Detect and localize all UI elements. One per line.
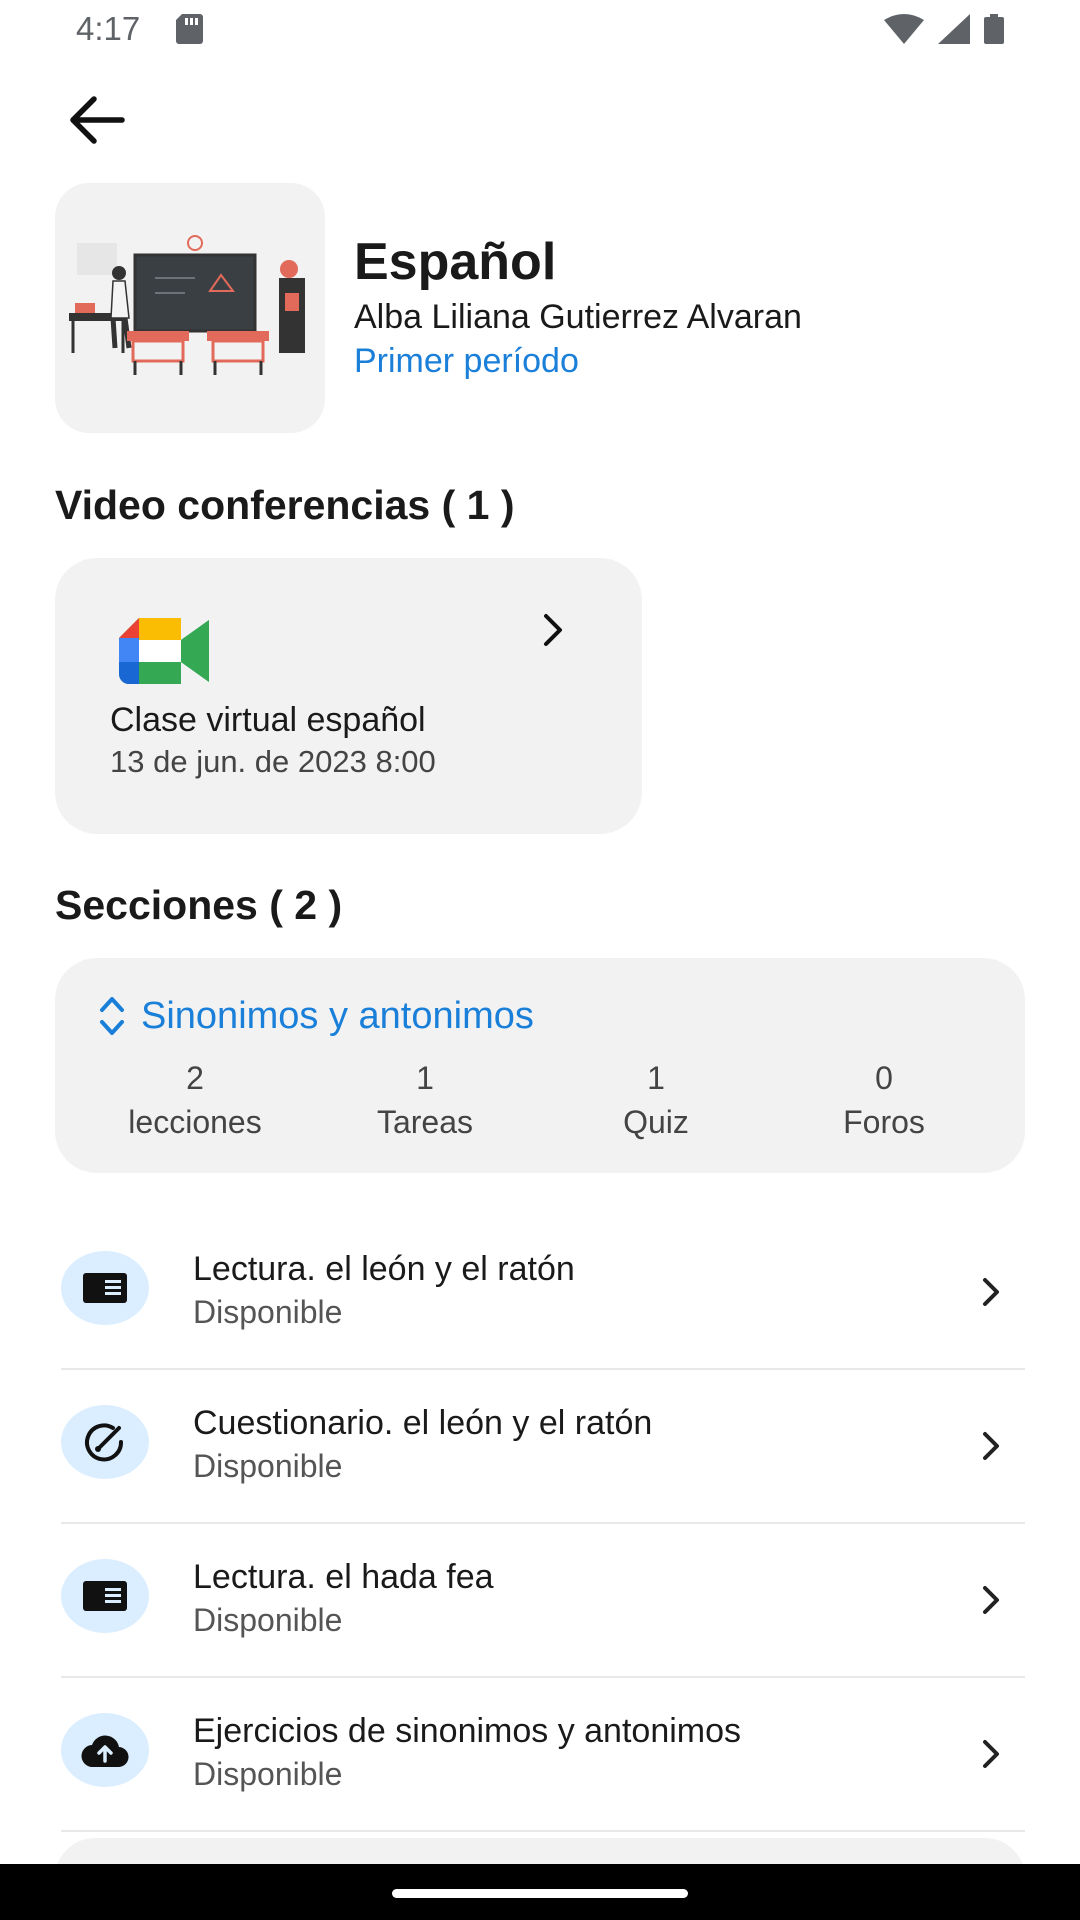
video-conferences-heading: Video conferencias ( 1 ) — [55, 482, 515, 528]
item-title: Cuestionario. el león y el ratón — [193, 1404, 653, 1442]
google-meet-icon — [119, 618, 209, 684]
item-title: Ejercicios de sinonimos y antonimos — [193, 1712, 742, 1750]
signal-icon — [938, 14, 970, 44]
section-selector[interactable]: Sinonimos y antonimos — [97, 994, 534, 1038]
reading-icon — [61, 1251, 149, 1325]
sections-heading: Secciones ( 2 ) — [55, 882, 343, 928]
video-conference-card[interactable]: Clase virtual español 13 de jun. de 2023… — [55, 558, 642, 834]
stat-forums: 0 Foros — [843, 1060, 925, 1140]
item-status: Disponible — [193, 1602, 343, 1638]
sd-card-icon — [176, 14, 203, 44]
list-item[interactable]: Lectura. el hada fea Disponible — [61, 1524, 1025, 1678]
chevron-right-icon — [983, 1586, 999, 1614]
section-card: Sinonimos y antonimos 2 lecciones 1 Tare… — [55, 958, 1025, 1173]
section-name: Sinonimos y antonimos — [141, 994, 534, 1037]
battery-icon — [984, 14, 1004, 44]
cloud-upload-icon — [61, 1713, 149, 1787]
list-item[interactable]: Cuestionario. el león y el ratón Disponi… — [61, 1370, 1025, 1524]
course-period: Primer período — [354, 342, 579, 380]
section-stats: 2 lecciones 1 Tareas 1 Quiz 0 Foros — [55, 1056, 1025, 1156]
video-conference-date: 13 de jun. de 2023 8:00 — [110, 744, 436, 779]
item-status: Disponible — [193, 1756, 343, 1792]
back-button[interactable] — [60, 88, 132, 152]
unfold-icon — [100, 997, 124, 1035]
list-item[interactable]: Lectura. el león y el ratón Disponible — [61, 1216, 1025, 1370]
item-status: Disponible — [193, 1294, 343, 1330]
item-title: Lectura. el león y el ratón — [193, 1250, 575, 1288]
quiz-icon — [61, 1405, 149, 1479]
item-title: Lectura. el hada fea — [193, 1558, 494, 1596]
chevron-right-icon — [983, 1432, 999, 1460]
status-bar: 4:17 — [0, 0, 1080, 60]
navigation-bar — [0, 1864, 1080, 1920]
home-gesture-handle[interactable] — [392, 1889, 688, 1898]
chevron-right-icon — [544, 614, 562, 646]
course-title: Español — [354, 233, 557, 291]
item-status: Disponible — [193, 1448, 343, 1484]
chevron-right-icon — [983, 1278, 999, 1306]
list-item[interactable]: Ejercicios de sinonimos y antonimos Disp… — [61, 1678, 1025, 1832]
stat-quiz: 1 Quiz — [623, 1060, 689, 1140]
video-conference-title: Clase virtual español — [110, 701, 426, 739]
status-time: 4:17 — [76, 10, 141, 47]
stat-lessons: 2 lecciones — [128, 1060, 262, 1140]
content-list: Lectura. el león y el ratón Disponible C… — [61, 1216, 1025, 1832]
chevron-right-icon — [983, 1740, 999, 1768]
course-illustration — [55, 183, 325, 433]
stat-tasks: 1 Tareas — [376, 1060, 474, 1140]
reading-icon — [61, 1559, 149, 1633]
wifi-icon — [884, 14, 924, 44]
arrow-back-icon — [70, 96, 125, 144]
course-teacher: Alba Liliana Gutierrez Alvaran — [354, 298, 802, 336]
